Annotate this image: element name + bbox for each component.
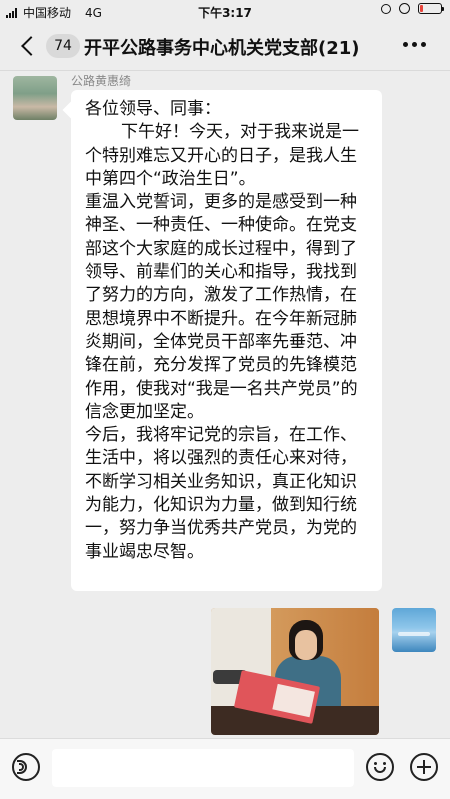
plus-icon[interactable] (410, 753, 438, 781)
sender-name: 公路黄惠绮 (71, 74, 132, 88)
message-input[interactable] (52, 749, 354, 787)
message-greeting: 各位领导、同事： (85, 99, 221, 119)
status-bar: 中国移动 4G 下午3:17 (0, 0, 450, 22)
unread-badge: 74 (46, 34, 80, 58)
more-dots-icon (403, 42, 408, 47)
message-paragraph-2: 重温入党誓词，更多的是感受到一种神圣、一种责任、一种使命。在党支部这个大家庭的成… (85, 192, 358, 422)
nav-bar: 74 开平公路事务中心机关党支部(21) (0, 22, 450, 71)
alarm-icon (399, 3, 410, 14)
my-avatar[interactable] (392, 608, 436, 652)
ring-icon (381, 3, 391, 14)
message-paragraph-3: 今后，我将牢记党的宗旨，在工作、生活中，将以强烈的责任心来对待，不断学习相关业务… (85, 425, 357, 562)
chat-area[interactable]: 公路黄惠绮 各位领导、同事： 下午好！今天，对于我来说是一个特别难忘又开心的日子… (0, 71, 450, 738)
input-bar (0, 738, 450, 799)
battery-icon (418, 3, 444, 14)
chat-title: 开平公路事务中心机关党支部(21) (84, 38, 360, 59)
photo-message[interactable] (211, 608, 379, 735)
emoji-icon[interactable] (366, 753, 394, 781)
status-right (381, 3, 444, 14)
chevron-left-icon (21, 36, 41, 56)
voice-icon[interactable] (12, 753, 40, 781)
more-button[interactable] (403, 42, 426, 47)
sender-avatar[interactable] (13, 76, 57, 120)
battery-fill (420, 5, 423, 12)
back-button[interactable]: 74 (18, 32, 80, 60)
message-paragraph-1: 下午好！今天，对于我来说是一个特别难忘又开心的日子，是我人生中第四个“政治生日”… (85, 122, 359, 189)
message-bubble[interactable]: 各位领导、同事： 下午好！今天，对于我来说是一个特别难忘又开心的日子，是我人生中… (71, 90, 382, 591)
